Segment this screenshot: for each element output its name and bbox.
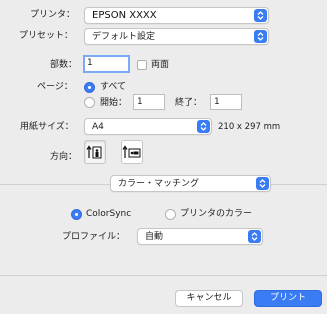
preset-popup[interactable]: デフォルト設定	[84, 28, 269, 45]
paper-size-value: A4	[92, 122, 104, 132]
orientation-portrait-button[interactable]	[84, 140, 106, 164]
footer-divider	[0, 275, 327, 276]
popup-arrows-icon	[256, 177, 269, 190]
profile-value: 自動	[145, 232, 164, 242]
preset-value: デフォルト設定	[92, 32, 156, 42]
print-button[interactable]: プリント	[254, 290, 322, 307]
pages-from-label: 開始：	[100, 98, 128, 108]
section-popup[interactable]: カラー・マッチング	[110, 175, 271, 192]
duplex-checkbox[interactable]	[137, 60, 147, 70]
popup-arrows-icon	[254, 9, 267, 22]
pages-all-label: すべて	[100, 82, 127, 92]
landscape-icon	[122, 145, 141, 158]
print-dialog: プリンタ： EPSON XXXX プリセット： デフォルト設定 部数： 1 両面…	[0, 0, 327, 314]
profile-label: プロファイル：	[62, 232, 126, 242]
profile-popup[interactable]: 自動	[137, 228, 263, 245]
paper-size-popup[interactable]: A4	[84, 118, 212, 135]
popup-arrows-icon	[197, 120, 210, 133]
popup-arrows-icon	[254, 30, 267, 43]
orientation-label: 方向：	[50, 152, 78, 162]
pages-to-field[interactable]: 1	[210, 94, 242, 110]
pages-from-field[interactable]: 1	[133, 94, 165, 110]
colorsync-radio[interactable]	[71, 209, 82, 220]
printer-color-label: プリンタのカラー	[180, 209, 253, 219]
printer-label: プリンタ：	[30, 10, 76, 20]
duplex-label: 両面	[151, 60, 170, 70]
paper-dimensions: 210 x 297 mm	[218, 122, 281, 132]
copies-field[interactable]: 1	[83, 55, 130, 73]
pages-label: ページ：	[37, 82, 73, 92]
popup-arrows-icon	[248, 230, 261, 243]
paper-size-label: 用紙サイズ：	[20, 122, 74, 132]
printer-value: EPSON XXXX	[92, 10, 157, 21]
cancel-button[interactable]: キャンセル	[175, 290, 243, 307]
printer-color-radio[interactable]	[165, 209, 176, 220]
pages-to-label: 終了：	[175, 98, 203, 108]
section-value: カラー・マッチング	[118, 179, 200, 189]
colorsync-label: ColorSync	[86, 209, 132, 219]
pages-range-radio[interactable]	[84, 97, 95, 108]
copies-label: 部数：	[50, 60, 78, 70]
pages-all-radio[interactable]	[84, 82, 95, 93]
orientation-landscape-button[interactable]	[121, 140, 143, 164]
preset-label: プリセット：	[19, 31, 74, 41]
printer-popup[interactable]: EPSON XXXX	[84, 7, 269, 24]
portrait-icon	[86, 145, 102, 159]
